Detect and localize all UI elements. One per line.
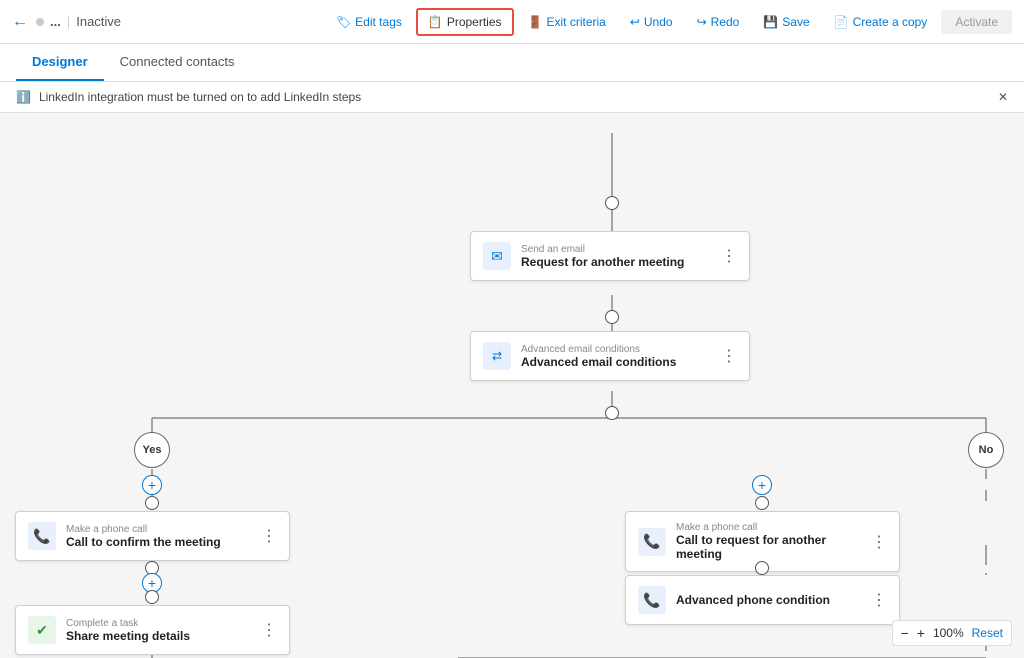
header-actions: 🏷 Edit tags 📋 Properties 🚪 Exit criteria…	[326, 8, 1012, 36]
header: ← ... | Inactive 🏷 Edit tags 📋 Propertie…	[0, 0, 1024, 44]
node-type: Make a phone call	[676, 522, 857, 533]
node-type: Advanced email conditions	[521, 344, 707, 355]
tab-designer[interactable]: Designer	[16, 44, 104, 81]
node-menu-button[interactable]: ⋮	[871, 532, 887, 552]
node-menu-button[interactable]: ⋮	[261, 620, 277, 640]
add-button-left[interactable]: +	[142, 475, 162, 495]
send-email-node[interactable]: ✉ Send an email Request for another meet…	[470, 231, 750, 281]
node-name: Call to request for another meeting	[676, 533, 857, 561]
undo-button[interactable]: ↩ Undo	[620, 10, 683, 34]
create-copy-button[interactable]: 📄 Create a copy	[824, 10, 938, 34]
tabs: Designer Connected contacts	[0, 44, 1024, 82]
info-close-button[interactable]: ✕	[998, 90, 1008, 104]
zoom-level: 100%	[933, 626, 964, 640]
add-button-right[interactable]: +	[752, 475, 772, 495]
node-type: Send an email	[521, 244, 707, 255]
info-icon: ℹ️	[16, 90, 31, 104]
branch-circle	[605, 406, 619, 420]
status-badge: Inactive	[76, 14, 121, 29]
node-content: Complete a task Share meeting details	[66, 618, 247, 643]
conditions-icon: ⇄	[483, 342, 511, 370]
back-button[interactable]: ←	[12, 13, 28, 31]
node-menu-button[interactable]: ⋮	[721, 346, 737, 366]
zoom-in-button[interactable]: +	[917, 625, 925, 641]
node-name: Request for another meeting	[521, 255, 707, 269]
title-area: ... | Inactive	[36, 14, 121, 29]
adv-phone-icon: 📞	[638, 586, 666, 614]
activate-button[interactable]: Activate	[941, 10, 1012, 34]
complete-task-node[interactable]: ✔ Complete a task Share meeting details …	[15, 605, 290, 655]
node-name: Share meeting details	[66, 629, 247, 643]
node-menu-button[interactable]: ⋮	[871, 590, 887, 610]
zoom-reset-button[interactable]: Reset	[972, 626, 1003, 640]
edit-tags-button[interactable]: 🏷 Edit tags	[326, 10, 412, 34]
advanced-email-node[interactable]: ⇄ Advanced email conditions Advanced ema…	[470, 331, 750, 381]
start-node	[605, 196, 619, 210]
zoom-controls: − + 100% Reset	[892, 620, 1012, 646]
no-branch-right: No	[968, 432, 1004, 468]
advanced-phone-node[interactable]: 📞 Advanced phone condition ⋮	[625, 575, 900, 625]
node-menu-button[interactable]: ⋮	[261, 526, 277, 546]
node-name: Advanced email conditions	[521, 355, 707, 369]
node-content: Send an email Request for another meetin…	[521, 244, 707, 269]
mid-circle-1	[605, 310, 619, 324]
phone-icon-right: 📞	[638, 528, 666, 556]
info-bar: ℹ️ LinkedIn integration must be turned o…	[0, 82, 1024, 113]
save-icon: 💾	[763, 15, 778, 29]
exit-criteria-icon: 🚪	[528, 15, 543, 29]
properties-button[interactable]: 📋 Properties	[416, 8, 514, 36]
task-icon: ✔	[28, 616, 56, 644]
left-circle-1	[145, 496, 159, 510]
node-name: Call to confirm the meeting	[66, 535, 247, 549]
copy-icon: 📄	[834, 15, 849, 29]
save-button[interactable]: 💾 Save	[753, 10, 819, 34]
app-name: ...	[50, 14, 61, 29]
tag-icon: 🏷	[336, 15, 351, 29]
node-type: Make a phone call	[66, 524, 247, 535]
email-icon: ✉	[483, 242, 511, 270]
right-circle-2	[755, 561, 769, 575]
status-dot	[36, 18, 44, 26]
node-name: Advanced phone condition	[676, 593, 857, 607]
node-content: Make a phone call Call to confirm the me…	[66, 524, 247, 549]
node-type: Complete a task	[66, 618, 247, 629]
node-content: Advanced email conditions Advanced email…	[521, 344, 707, 369]
yes-branch-left: Yes	[134, 432, 170, 468]
redo-icon: ↪	[697, 15, 707, 29]
info-message: LinkedIn integration must be turned on t…	[39, 90, 361, 104]
zoom-out-button[interactable]: −	[901, 625, 909, 641]
call-confirm-node[interactable]: 📞 Make a phone call Call to confirm the …	[15, 511, 290, 561]
undo-icon: ↩	[630, 15, 640, 29]
node-content: Make a phone call Call to request for an…	[676, 522, 857, 561]
left-circle-3	[145, 590, 159, 604]
redo-button[interactable]: ↪ Redo	[687, 10, 750, 34]
exit-criteria-button[interactable]: 🚪 Exit criteria	[518, 10, 616, 34]
phone-icon: 📞	[28, 522, 56, 550]
flow-canvas: ✉ Send an email Request for another meet…	[0, 113, 1024, 658]
node-content: Advanced phone condition	[676, 593, 857, 607]
node-menu-button[interactable]: ⋮	[721, 246, 737, 266]
tab-connected-contacts[interactable]: Connected contacts	[104, 44, 251, 81]
right-circle-1	[755, 496, 769, 510]
properties-icon: 📋	[428, 15, 443, 29]
